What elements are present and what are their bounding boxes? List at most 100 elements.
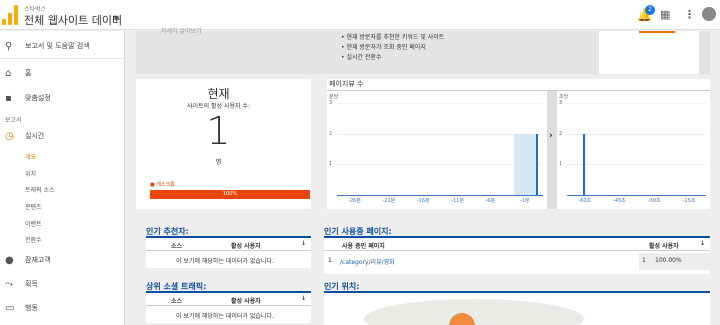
col-active-users[interactable]: 활성 사용자	[649, 241, 679, 250]
x-axis	[567, 195, 706, 196]
sidebar-item-label: 실시간	[25, 132, 45, 140]
top-referrers-table: 소스 활성 사용자 ↓ 이 보기에 해당하는 데이터가 없습니다.	[146, 238, 311, 268]
x-tick-label: -6분	[485, 198, 496, 204]
intro-bullet: 현재 방문자가 조회 중인 페이지	[341, 43, 444, 53]
home-icon: ⌂	[5, 68, 12, 79]
y-tick-label: 1	[559, 161, 563, 168]
per-minute-chart: 분당 3 2 1 -26분 -21분 -16분 -11분 -6분 -1분	[327, 91, 547, 209]
chevron-right-icon: ›	[549, 131, 553, 141]
intro-bullets: 현재 방문자를 추천한 키워드 및 사이트 현재 방문자가 조회 중인 페이지 …	[341, 33, 444, 63]
behavior-icon: ▭	[5, 303, 15, 314]
y-tick-label: 2	[559, 130, 563, 137]
x-tick-label: -30초	[647, 198, 661, 204]
empty-message: 이 보기에 해당하는 데이터가 없습니다.	[176, 258, 274, 265]
per-second-label: 초당	[559, 94, 569, 100]
sidebar-item-label: 잠재고객	[25, 256, 51, 264]
per-minute-label: 분당	[329, 94, 339, 100]
active-user-count: 1	[206, 109, 231, 153]
sidebar-search-label: 보고서 및 도움말 검색	[25, 42, 90, 50]
col-active-users[interactable]: 활성 사용자	[231, 241, 261, 250]
active-pages-table: 사용 중인 페이지 활성 사용자 ↓ 1. /category/리뷰/영화 1 …	[324, 238, 710, 274]
active-users-card: 현재 사이트의 활성 사용자 수: 1 명 ■ 데스크톱 100%	[136, 79, 311, 209]
y-tick-label: 3	[559, 100, 563, 106]
x-tick-label: -11분	[451, 198, 464, 204]
x-tick-label: -21분	[382, 198, 396, 204]
intro-bullet: 현재 방문자를 추천한 키워드 및 사이트	[341, 33, 444, 43]
search-icon: ⚲	[5, 41, 13, 52]
col-page[interactable]: 사용 중인 페이지	[342, 241, 385, 250]
gridline	[567, 103, 706, 104]
caret-down-icon[interactable]: ▼	[114, 15, 119, 23]
x-tick-label: -60초	[578, 198, 592, 204]
main-content: 자세히 알아보기 현재 방문자를 추천한 키워드 및 사이트 현재 방문자가 조…	[126, 28, 720, 325]
col-active-users[interactable]: 활성 사용자	[231, 296, 261, 305]
divider	[0, 58, 125, 59]
x-tick-label: -26분	[348, 198, 361, 204]
x-axis	[337, 195, 543, 196]
avatar[interactable]	[702, 7, 716, 21]
x-tick-label: -1분	[519, 198, 530, 204]
gridline	[567, 164, 706, 166]
row-percent: 100.00%	[655, 257, 682, 264]
device-bar: 100%	[150, 190, 310, 199]
pageviews-card: 페이지뷰 수 분당 3 2 1 -26분 -21분 -16분 -11분 -6분 -1분 › 초당…	[327, 79, 710, 209]
device-bar-fill: 100%	[150, 190, 310, 199]
top-social-table: 소스 활성 사용자 ↓ 이 보기에 해당하는 데이터가 없습니다.	[146, 293, 311, 323]
y-tick-label: 1	[329, 161, 333, 168]
sidebar-sub-events[interactable]: 이벤트	[25, 219, 42, 228]
analytics-logo-icon[interactable]	[2, 5, 18, 25]
sort-arrow-icon[interactable]: ↓	[301, 240, 306, 247]
notification-badge: 2	[645, 5, 655, 15]
more-vert-icon[interactable]: ⋮	[684, 8, 695, 21]
x-tick-label: -45초	[613, 198, 626, 204]
col-source[interactable]: 소스	[171, 296, 182, 305]
device-legend: ■ 데스크톱	[150, 182, 175, 188]
acquisition-icon: ⤳	[5, 279, 13, 290]
bar-highlight	[513, 133, 538, 195]
sidebar-item-label: 맞춤설정	[25, 94, 51, 102]
now-title: 현재	[207, 87, 230, 101]
x-tick-label: -15초	[682, 198, 696, 204]
row-index: 1.	[328, 257, 334, 264]
empty-message: 이 보기에 해당하는 데이터가 없습니다.	[176, 313, 274, 320]
clock-icon: ◷	[5, 131, 14, 142]
dashboard-icon: ▪	[5, 93, 12, 104]
sidebar-sub-conversions[interactable]: 전환수	[25, 235, 42, 244]
top-bar: 스타벅스 전체 웹사이트 데이터 ▼ 🔔 2 ▦ ⋮	[0, 0, 720, 30]
intro-illustration	[599, 31, 699, 74]
gridline	[567, 133, 706, 135]
apps-grid-icon[interactable]: ▦	[660, 8, 670, 21]
sidebar-item-label: 행동	[25, 304, 38, 312]
sidebar-sub-locations[interactable]: 위치	[25, 169, 36, 178]
chart-bar[interactable]	[583, 133, 586, 195]
y-tick-label: 3	[329, 100, 333, 106]
active-user-unit: 명	[215, 159, 222, 166]
sidebar-sub-traffic-sources[interactable]: 트래픽 소스	[25, 185, 55, 194]
gridline	[337, 164, 543, 166]
gridline	[337, 103, 543, 104]
y-tick-label: 2	[329, 130, 333, 137]
intro-bullet: 실시간 전환수	[341, 53, 444, 63]
learn-more-link[interactable]: 자세히 알아보기	[161, 26, 202, 35]
locations-map[interactable]	[324, 293, 710, 325]
table-row[interactable]: 1. /category/리뷰/영화 1 100.00%	[324, 253, 710, 270]
chart-expand-handle[interactable]: ›	[547, 91, 557, 209]
person-icon: ●	[5, 255, 14, 266]
chart-bar[interactable]	[535, 133, 538, 195]
sidebar-sub-content[interactable]: 콘텐츠	[25, 202, 42, 211]
row-users: 1	[642, 257, 646, 264]
page-link[interactable]: /category/리뷰/영화	[340, 257, 395, 266]
gridline	[337, 133, 543, 135]
sidebar-item-label: 획득	[25, 280, 38, 288]
pageviews-title: 페이지뷰 수	[329, 80, 364, 88]
x-tick-label: -16분	[416, 198, 430, 204]
per-second-chart: 초당 3 2 1 -60초 -45초 -30초 -15초	[557, 91, 710, 209]
sort-arrow-icon[interactable]: ↓	[700, 240, 705, 247]
view-selector[interactable]: 전체 웹사이트 데이터	[24, 12, 122, 28]
sidebar: ⚲ 보고서 및 도움말 검색 ⌂ 홈 ▪ 맞춤설정 보고서 ◷ 실시간 개요 위…	[0, 31, 125, 325]
sort-arrow-icon[interactable]: ↓	[301, 295, 306, 302]
sidebar-item-label: 홈	[25, 69, 32, 77]
realtime-intro-panel: 자세히 알아보기 현재 방문자를 추천한 키워드 및 사이트 현재 방문자가 조…	[136, 28, 710, 74]
col-source[interactable]: 소스	[171, 241, 182, 250]
sidebar-sub-overview[interactable]: 개요	[25, 152, 36, 161]
